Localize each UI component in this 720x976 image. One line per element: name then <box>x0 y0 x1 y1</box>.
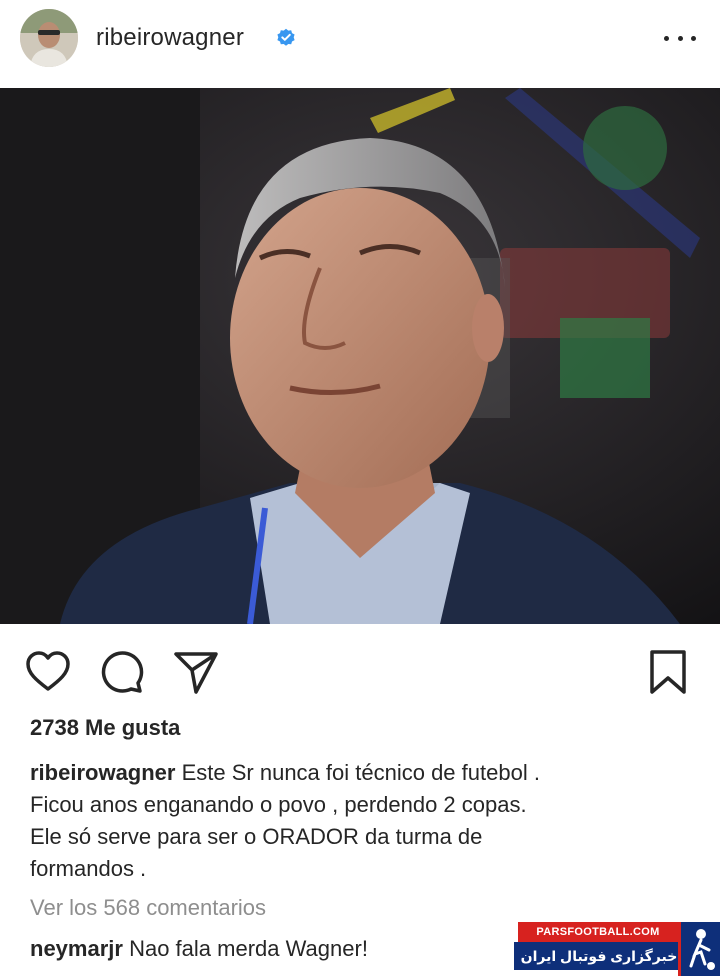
comment-text: Nao fala merda Wagner! <box>129 936 368 961</box>
caption-line-3: Ele só serve para ser o ORADOR da turma … <box>30 824 483 849</box>
comment-username[interactable]: neymarjr <box>30 936 123 961</box>
paper-plane-icon[interactable] <box>172 648 220 696</box>
watermark: PARSFOOTBALL.COM خبرگزاری فوتبال ایران <box>514 922 720 976</box>
comment-bubble-icon[interactable] <box>98 648 146 696</box>
post-image[interactable] <box>0 88 720 624</box>
heart-icon[interactable] <box>24 648 72 696</box>
caption-line-4: formandos . <box>30 856 147 881</box>
caption-line-1: Este Sr nunca foi técnico de futebol . <box>181 760 540 785</box>
comment-item: neymarjr Nao fala merda Wagner! <box>30 936 368 962</box>
likes-count[interactable]: 2738 Me gusta <box>30 715 180 741</box>
post-caption: ribeirowagner Este Sr nunca foi técnico … <box>30 757 690 885</box>
view-all-comments-link[interactable]: Ver los 568 comentarios <box>30 895 266 921</box>
post-header: ribeirowagner <box>0 0 720 88</box>
watermark-site: PARSFOOTBALL.COM <box>518 922 678 942</box>
post-username[interactable]: ribeirowagner <box>96 24 244 52</box>
bookmark-icon[interactable] <box>644 648 692 696</box>
more-options-icon[interactable] <box>664 24 696 52</box>
avatar[interactable] <box>20 9 78 67</box>
caption-line-2: Ficou anos enganando o povo , perdendo 2… <box>30 792 527 817</box>
caption-username[interactable]: ribeirowagner <box>30 760 175 785</box>
verified-badge-icon <box>276 28 296 48</box>
watermark-tagline: خبرگزاری فوتبال ایران <box>514 942 684 970</box>
watermark-logo-icon <box>678 922 720 976</box>
post-actions <box>0 640 720 700</box>
